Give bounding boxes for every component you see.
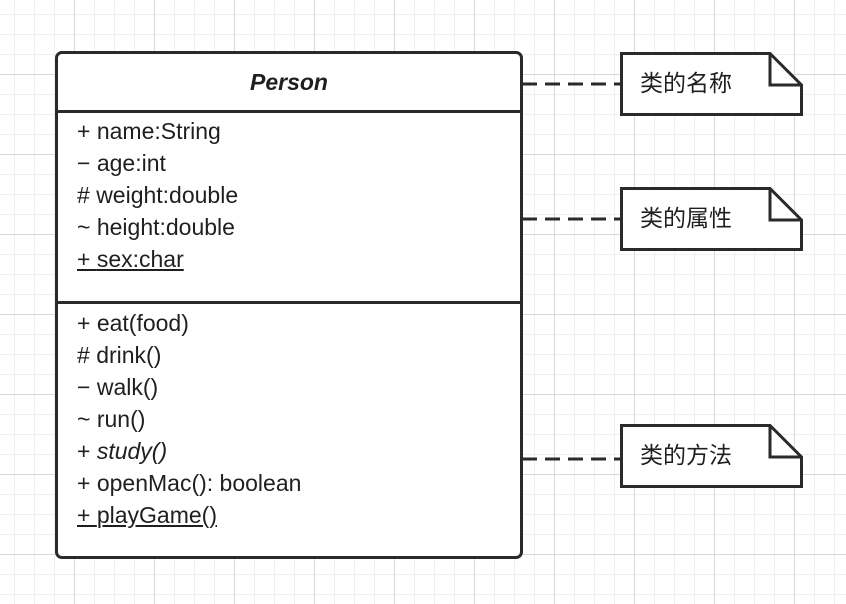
visibility-public: +: [77, 470, 91, 496]
visibility-public: +: [77, 118, 91, 144]
member-name: run(): [96, 406, 146, 432]
visibility-public: +: [77, 438, 91, 464]
attribute-sex: + sex:char: [77, 243, 520, 275]
member-name: sex:char: [96, 246, 184, 272]
attribute-height: ~ height:double: [77, 211, 520, 243]
method-run: ~ run(): [77, 403, 520, 435]
visibility-package: ~: [77, 406, 91, 432]
class-name: Person: [58, 54, 520, 113]
dashed-connector-attributes: [522, 217, 621, 221]
visibility-private: −: [77, 150, 91, 176]
method-drink: # drink(): [77, 339, 520, 371]
visibility-private: −: [77, 374, 91, 400]
method-eat: + eat(food): [77, 307, 520, 339]
member-name: study(): [96, 438, 168, 464]
attribute-age: − age:int: [77, 147, 520, 179]
attribute-name: + name:String: [77, 115, 520, 147]
member-name: age:int: [96, 150, 166, 176]
visibility-package: ~: [77, 214, 91, 240]
note-label-methods: 类的方法: [640, 443, 732, 469]
note-label-attributes: 类的属性: [640, 206, 732, 232]
visibility-public: +: [77, 502, 91, 528]
member-name: weight:double: [96, 182, 239, 208]
visibility-protected: #: [77, 182, 90, 208]
member-name: walk(): [96, 374, 159, 400]
attributes-compartment: + name:String − age:int # weight:double …: [58, 113, 520, 304]
visibility-protected: #: [77, 342, 90, 368]
methods-compartment: + eat(food) # drink() − walk() ~ run() +…: [58, 304, 520, 531]
uml-class-box[interactable]: Person + name:String − age:int # weight:…: [55, 51, 523, 559]
attribute-weight: # weight:double: [77, 179, 520, 211]
member-name: drink(): [96, 342, 162, 368]
method-openmac: + openMac(): boolean: [77, 467, 520, 499]
dashed-connector-methods: [522, 457, 621, 461]
visibility-public: +: [77, 246, 91, 272]
member-name: name:String: [96, 118, 221, 144]
visibility-public: +: [77, 310, 91, 336]
dashed-connector-class-name: [522, 82, 621, 86]
note-label-class-name: 类的名称: [640, 71, 732, 97]
method-walk: − walk(): [77, 371, 520, 403]
member-name: openMac(): boolean: [96, 470, 302, 496]
member-name: height:double: [96, 214, 235, 240]
method-playgame: + playGame(): [77, 499, 520, 531]
member-name: playGame(): [96, 502, 217, 528]
member-name: eat(food): [96, 310, 189, 336]
method-study: + study(): [77, 435, 520, 467]
